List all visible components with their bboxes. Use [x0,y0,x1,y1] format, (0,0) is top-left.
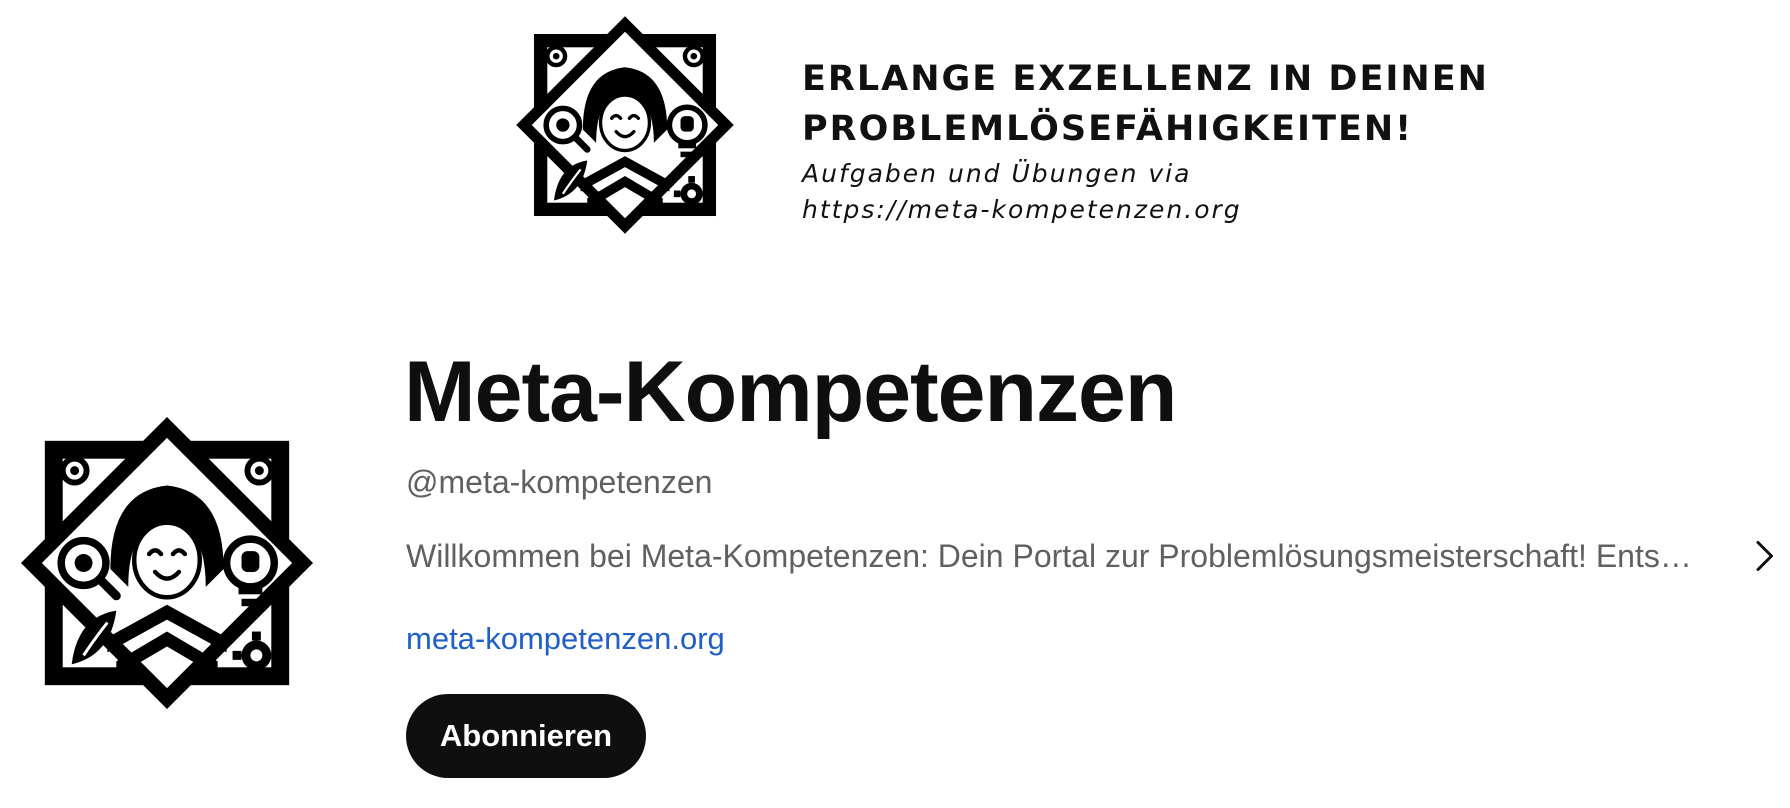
subscribe-button[interactable]: Abonnieren [406,694,646,778]
channel-handle: @meta-kompetenzen [406,464,713,500]
channel-website-link[interactable]: meta-kompetenzen.org [406,618,725,660]
channel-description-row[interactable]: Willkommen bei Meta-Kompetenzen: Dein Po… [406,534,1776,578]
banner-subline: Aufgaben und Übungen via https://meta-ko… [802,159,1242,224]
channel-description: Willkommen bei Meta-Kompetenzen: Dein Po… [406,538,1706,574]
graduate-emblem-icon [514,14,736,236]
chevron-right-icon[interactable] [1746,538,1782,574]
avatar[interactable] [18,414,316,712]
channel-title: Meta-Kompetenzen [404,344,1177,440]
banner-headline: ERLANGE EXZELLENZ IN DEINEN PROBLEMLÖSEF… [802,59,1489,149]
channel-banner: ERLANGE EXZELLENZ IN DEINEN PROBLEMLÖSEF… [0,0,1790,250]
